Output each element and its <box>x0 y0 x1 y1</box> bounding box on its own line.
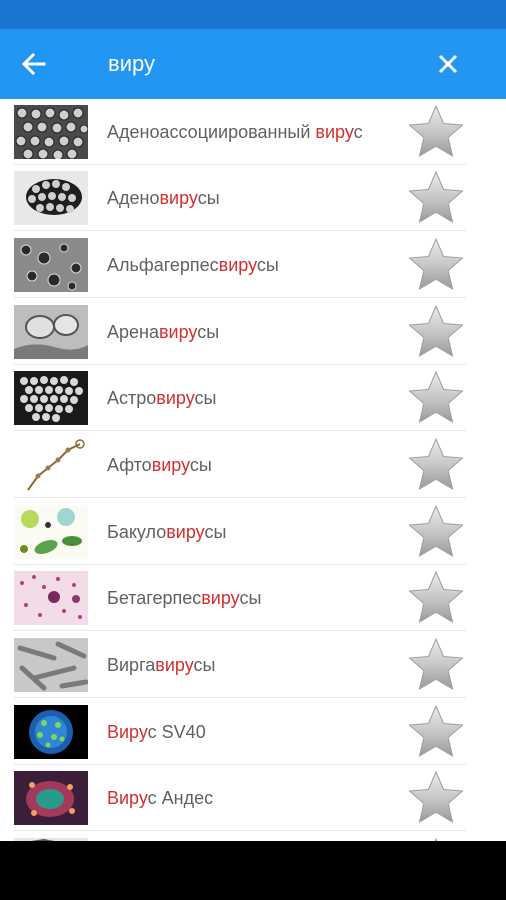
list-item[interactable]: Бакуловирусы <box>0 499 506 565</box>
results-list[interactable]: Аденоассоциированный вирус Аденовирусы А… <box>0 99 506 841</box>
star-icon <box>409 238 463 290</box>
result-title: Альфагерпесвирусы <box>107 255 279 275</box>
divider <box>14 830 466 831</box>
favorite-button[interactable] <box>407 704 465 760</box>
star-icon <box>409 771 463 823</box>
result-title: Бакуловирусы <box>107 522 227 542</box>
favorite-button[interactable] <box>407 304 465 360</box>
favorite-button[interactable] <box>407 237 465 293</box>
favorite-button[interactable] <box>407 570 465 626</box>
result-title: Вирус Андес <box>107 788 214 808</box>
star-icon <box>409 505 463 557</box>
list-item[interactable] <box>0 832 506 841</box>
result-title: Вирус SV40 <box>107 722 206 742</box>
favorite-button[interactable] <box>407 170 465 226</box>
result-title: Аденоассоциированный вирус <box>107 122 363 142</box>
virus-thumbnail <box>14 171 88 225</box>
virus-thumbnail <box>14 371 88 425</box>
virus-thumbnail <box>14 305 88 359</box>
virus-thumbnail <box>14 705 88 759</box>
star-icon <box>409 371 463 423</box>
star-icon <box>409 571 463 623</box>
favorite-button[interactable] <box>407 504 465 560</box>
result-title: Афтовирусы <box>107 455 212 475</box>
list-item[interactable]: Виргавирусы <box>0 632 506 698</box>
list-item[interactable]: Вирус SV40 <box>0 699 506 765</box>
star-icon <box>409 305 463 357</box>
result-title: Аренавирусы <box>107 322 220 342</box>
divider <box>14 697 466 698</box>
arrow-left-icon <box>21 52 46 76</box>
favorite-button[interactable] <box>407 637 465 693</box>
star-icon <box>409 438 463 490</box>
favorite-button[interactable] <box>407 437 465 493</box>
list-item[interactable]: Вирус Андес <box>0 765 506 831</box>
favorite-button[interactable] <box>407 370 465 426</box>
list-item[interactable]: Бетагерпесвирусы <box>0 565 506 631</box>
status-bar <box>0 0 506 29</box>
star-icon <box>409 638 463 690</box>
list-item[interactable]: Астровирусы <box>0 365 506 431</box>
divider <box>14 430 466 431</box>
favorite-button[interactable] <box>407 104 465 160</box>
virus-thumbnail <box>14 571 88 625</box>
favorite-button[interactable] <box>407 770 465 826</box>
star-icon <box>409 105 463 157</box>
virus-thumbnail <box>14 238 88 292</box>
result-title: Виргавирусы <box>107 655 216 675</box>
list-item[interactable]: Аренавирусы <box>0 299 506 365</box>
list-item[interactable]: Аденовирусы <box>0 165 506 231</box>
back-button[interactable] <box>16 46 52 82</box>
divider <box>14 297 466 298</box>
search-input[interactable]: виру <box>108 49 155 79</box>
list-item[interactable]: Аденоассоциированный вирус <box>0 99 506 165</box>
clear-search-button[interactable] <box>432 48 464 80</box>
search-toolbar: виру <box>0 29 506 99</box>
virus-thumbnail <box>14 638 88 692</box>
divider <box>14 630 466 631</box>
star-icon <box>409 705 463 757</box>
close-icon <box>438 54 458 74</box>
virus-thumbnail <box>14 505 88 559</box>
result-title: Аденовирусы <box>107 188 220 208</box>
star-icon <box>409 171 463 223</box>
divider <box>14 497 466 498</box>
virus-thumbnail <box>14 105 88 159</box>
navigation-bar <box>0 841 506 900</box>
result-title: Бетагерпесвирусы <box>107 588 262 608</box>
list-item[interactable]: Альфагерпесвирусы <box>0 232 506 298</box>
virus-thumbnail <box>14 438 88 492</box>
result-title: Астровирусы <box>107 388 217 408</box>
virus-thumbnail <box>14 771 88 825</box>
list-item[interactable]: Афтовирусы <box>0 432 506 498</box>
divider <box>14 230 466 231</box>
